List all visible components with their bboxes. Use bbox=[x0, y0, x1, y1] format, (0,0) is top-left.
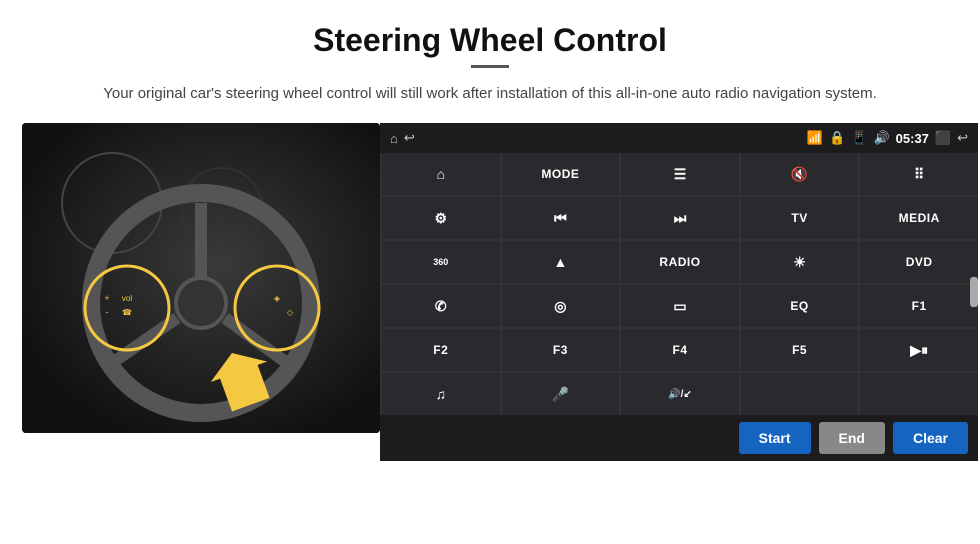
settings-icon: ⚙ bbox=[435, 210, 448, 227]
btn-settings[interactable]: ⚙ bbox=[382, 197, 500, 239]
navi-icon: ◎ bbox=[554, 298, 566, 315]
home-icon[interactable]: ⌂ bbox=[390, 131, 398, 146]
screen-icon: ▭ bbox=[673, 298, 686, 315]
btn-navi[interactable]: ◎ bbox=[502, 285, 620, 327]
vol-call-icon: 🔊/↙ bbox=[668, 389, 692, 400]
btn-screen[interactable]: ▭ bbox=[621, 285, 739, 327]
status-left-icons: ⌂ ↩ bbox=[390, 130, 415, 146]
end-button[interactable]: End bbox=[819, 422, 885, 454]
back-icon[interactable]: ↩ bbox=[957, 130, 968, 146]
cast-icon: ⬛ bbox=[935, 130, 951, 146]
svg-text:◇: ◇ bbox=[287, 308, 294, 317]
bluetooth-icon: 🔊 bbox=[873, 130, 889, 146]
btn-r6c5[interactable] bbox=[860, 373, 978, 415]
btn-next[interactable]: ⏭ bbox=[621, 197, 739, 239]
status-bar: ⌂ ↩ 📶 🔒 📱 🔊 05:37 ⬛ ↩ bbox=[380, 123, 978, 153]
btn-f2[interactable]: F2 bbox=[382, 329, 500, 371]
eject-icon: ▲ bbox=[553, 254, 567, 270]
svg-text:☎: ☎ bbox=[122, 308, 132, 317]
play-pause-icon: ▶⏸ bbox=[910, 342, 928, 359]
headunit-wrapper: ⌂ ↩ 📶 🔒 📱 🔊 05:37 ⬛ ↩ ⌂ MODE ☰ bbox=[380, 123, 978, 461]
btn-360[interactable]: 360 bbox=[382, 241, 500, 283]
car-image: + - vol ☎ ◈ ◇ bbox=[22, 123, 380, 433]
lock-icon: 🔒 bbox=[829, 130, 845, 146]
subtitle: Your original car's steering wheel contr… bbox=[0, 82, 980, 105]
sim-icon: 📱 bbox=[851, 130, 867, 146]
btn-mode[interactable]: MODE bbox=[502, 153, 620, 195]
btn-mute[interactable]: 🔇 bbox=[741, 153, 859, 195]
headunit: ⌂ ↩ 📶 🔒 📱 🔊 05:37 ⬛ ↩ ⌂ MODE ☰ bbox=[380, 123, 978, 415]
home-btn-icon: ⌂ bbox=[437, 166, 445, 182]
status-right-icons: 📶 🔒 📱 🔊 05:37 ⬛ ↩ bbox=[807, 130, 968, 146]
360-label: 360 bbox=[433, 257, 448, 267]
btn-home[interactable]: ⌂ bbox=[382, 153, 500, 195]
status-time: 05:37 bbox=[896, 131, 929, 146]
svg-text:-: - bbox=[106, 307, 109, 317]
list-icon: ☰ bbox=[674, 166, 687, 183]
button-grid: ⌂ MODE ☰ 🔇 ⠿ ⚙ ⏮ ⏭ TV MEDIA 360 ▲ RADIO … bbox=[380, 153, 978, 415]
btn-list[interactable]: ☰ bbox=[621, 153, 739, 195]
title-divider bbox=[471, 65, 509, 68]
svg-text:vol: vol bbox=[122, 294, 132, 303]
btn-tv[interactable]: TV bbox=[741, 197, 859, 239]
content-area: + - vol ☎ ◈ ◇ ⌂ ↩ bbox=[0, 123, 980, 461]
svg-text:+: + bbox=[104, 293, 109, 303]
btn-play-pause[interactable]: ▶⏸ bbox=[860, 329, 978, 371]
btn-apps[interactable]: ⠿ bbox=[860, 153, 978, 195]
btn-eq[interactable]: EQ bbox=[741, 285, 859, 327]
btn-vol-call[interactable]: 🔊/↙ bbox=[621, 373, 739, 415]
page-title: Steering Wheel Control bbox=[0, 0, 980, 65]
wifi-icon: 📶 bbox=[807, 130, 823, 146]
brightness-icon: ☀ bbox=[793, 254, 806, 271]
btn-dvd[interactable]: DVD bbox=[860, 241, 978, 283]
btn-brightness[interactable]: ☀ bbox=[741, 241, 859, 283]
prev-icon: ⏮ bbox=[554, 210, 567, 227]
mute-icon: 🔇 bbox=[791, 166, 808, 183]
btn-phone[interactable]: ✆ bbox=[382, 285, 500, 327]
phone-icon: ✆ bbox=[435, 298, 447, 315]
steering-wheel-bg: + - vol ☎ ◈ ◇ bbox=[22, 123, 380, 433]
apps-icon: ⠿ bbox=[914, 166, 924, 183]
btn-music[interactable]: ♫ bbox=[382, 373, 500, 415]
svg-text:◈: ◈ bbox=[274, 294, 281, 303]
scrollbar-nub[interactable] bbox=[970, 277, 978, 307]
music-icon: ♫ bbox=[436, 386, 447, 402]
btn-mic[interactable]: 🎤 bbox=[502, 373, 620, 415]
btn-f5[interactable]: F5 bbox=[741, 329, 859, 371]
mic-icon: 🎤 bbox=[552, 386, 569, 403]
btn-f4[interactable]: F4 bbox=[621, 329, 739, 371]
btn-f1[interactable]: F1 bbox=[860, 285, 978, 327]
btn-radio[interactable]: RADIO bbox=[621, 241, 739, 283]
btn-prev[interactable]: ⏮ bbox=[502, 197, 620, 239]
bottom-bar: Start End Clear bbox=[380, 415, 978, 461]
back-arrow-icon[interactable]: ↩ bbox=[404, 130, 415, 146]
btn-eject[interactable]: ▲ bbox=[502, 241, 620, 283]
btn-media[interactable]: MEDIA bbox=[860, 197, 978, 239]
next-icon: ⏭ bbox=[674, 210, 687, 227]
clear-button[interactable]: Clear bbox=[893, 422, 968, 454]
start-button[interactable]: Start bbox=[739, 422, 811, 454]
btn-f3[interactable]: F3 bbox=[502, 329, 620, 371]
btn-r6c4[interactable] bbox=[741, 373, 859, 415]
